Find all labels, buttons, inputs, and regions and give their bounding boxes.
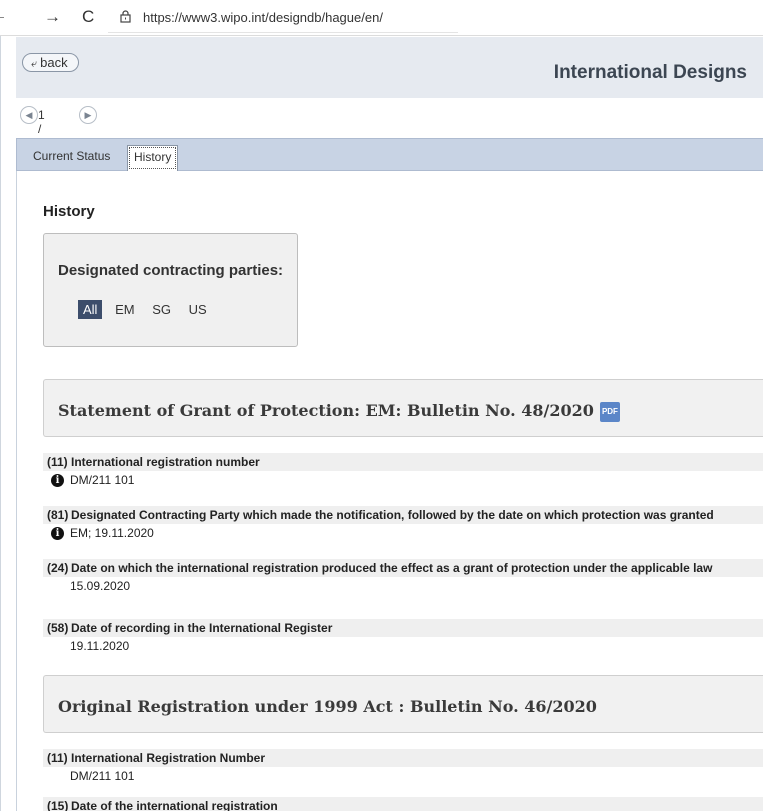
- lock-icon: [120, 10, 131, 23]
- address-bar[interactable]: https://www3.wipo.int/designdb/hague/en/: [143, 10, 383, 25]
- record-field: (81) Designated Contracting Party which m…: [43, 506, 763, 543]
- info-icon[interactable]: i: [51, 527, 64, 540]
- previous-page-button[interactable]: ◀: [20, 106, 38, 124]
- page-title: International Designs: [553, 62, 747, 83]
- filter-all[interactable]: All: [78, 300, 103, 319]
- field-code: (11): [47, 751, 68, 765]
- page-header: ⤶ back International Designs: [16, 37, 763, 98]
- field-label: Designated Contracting Party which made …: [71, 508, 714, 522]
- tabs-bar: Current Status History: [16, 138, 763, 171]
- filter-us[interactable]: US: [184, 300, 212, 319]
- page-left-border: [0, 36, 1, 811]
- history-panel: History Designated contracting parties: …: [16, 171, 763, 811]
- filter-sg[interactable]: SG: [147, 300, 176, 319]
- back-label: back: [40, 55, 68, 70]
- next-page-button[interactable]: ▶: [79, 106, 97, 124]
- field-code: (81): [47, 508, 69, 522]
- party-filter-group: All EM SG US: [78, 300, 216, 319]
- field-code: (15): [47, 799, 69, 811]
- browser-toolbar: → C https://www3.wipo.int/designdb/hague…: [0, 0, 763, 36]
- tab-current-status[interactable]: Current Status: [27, 145, 116, 171]
- reload-icon[interactable]: C: [82, 7, 94, 27]
- section-title-text: Statement of Grant of Protection: EM: Bu…: [58, 401, 594, 420]
- history-heading: History: [43, 203, 95, 220]
- field-label: Date of recording in the International R…: [71, 621, 333, 635]
- back-button[interactable]: ⤶ back: [22, 53, 79, 72]
- record-field: (15) Date of the international registrati…: [43, 797, 763, 811]
- designated-parties-box: Designated contracting parties: All EM S…: [43, 233, 298, 347]
- section-header: Original Registration under 1999 Act : B…: [43, 675, 763, 733]
- info-icon[interactable]: i: [51, 474, 64, 487]
- record-field: (11) International registration number iD…: [43, 453, 763, 490]
- section-title: Original Registration under 1999 Act : B…: [58, 697, 597, 716]
- section-header: Statement of Grant of Protection: EM: Bu…: [43, 379, 763, 437]
- designated-parties-title: Designated contracting parties:: [58, 262, 284, 279]
- pdf-icon[interactable]: PDF: [599, 401, 620, 422]
- field-code: (58): [47, 621, 69, 635]
- field-label: International Registration Number: [71, 751, 266, 765]
- record-field: (24) Date on which the international regi…: [43, 559, 763, 596]
- tab-history[interactable]: History: [127, 145, 179, 171]
- section-title: Statement of Grant of Protection: EM: Bu…: [58, 401, 620, 422]
- field-value: EM; 19.11.2020: [70, 526, 154, 540]
- address-underline: [108, 32, 458, 33]
- field-code: (24): [47, 561, 69, 575]
- back-arrow-icon: ⤶: [31, 58, 38, 70]
- field-value: 15.09.2020: [70, 579, 131, 593]
- record-field: (11) International Registration Number DM…: [43, 749, 763, 786]
- field-label: Date on which the international registra…: [71, 561, 713, 575]
- field-code: (11): [47, 455, 68, 469]
- field-value: DM/211 101: [70, 769, 135, 783]
- field-label: Date of the international registration: [71, 799, 278, 811]
- record-field: (58) Date of recording in the Internation…: [43, 619, 763, 656]
- filter-em[interactable]: EM: [110, 300, 140, 319]
- field-value: 19.11.2020: [70, 639, 130, 653]
- field-label: International registration number: [71, 455, 260, 469]
- divider: [0, 17, 4, 18]
- forward-arrow-icon[interactable]: →: [44, 7, 61, 27]
- field-value: DM/211 101: [70, 473, 135, 487]
